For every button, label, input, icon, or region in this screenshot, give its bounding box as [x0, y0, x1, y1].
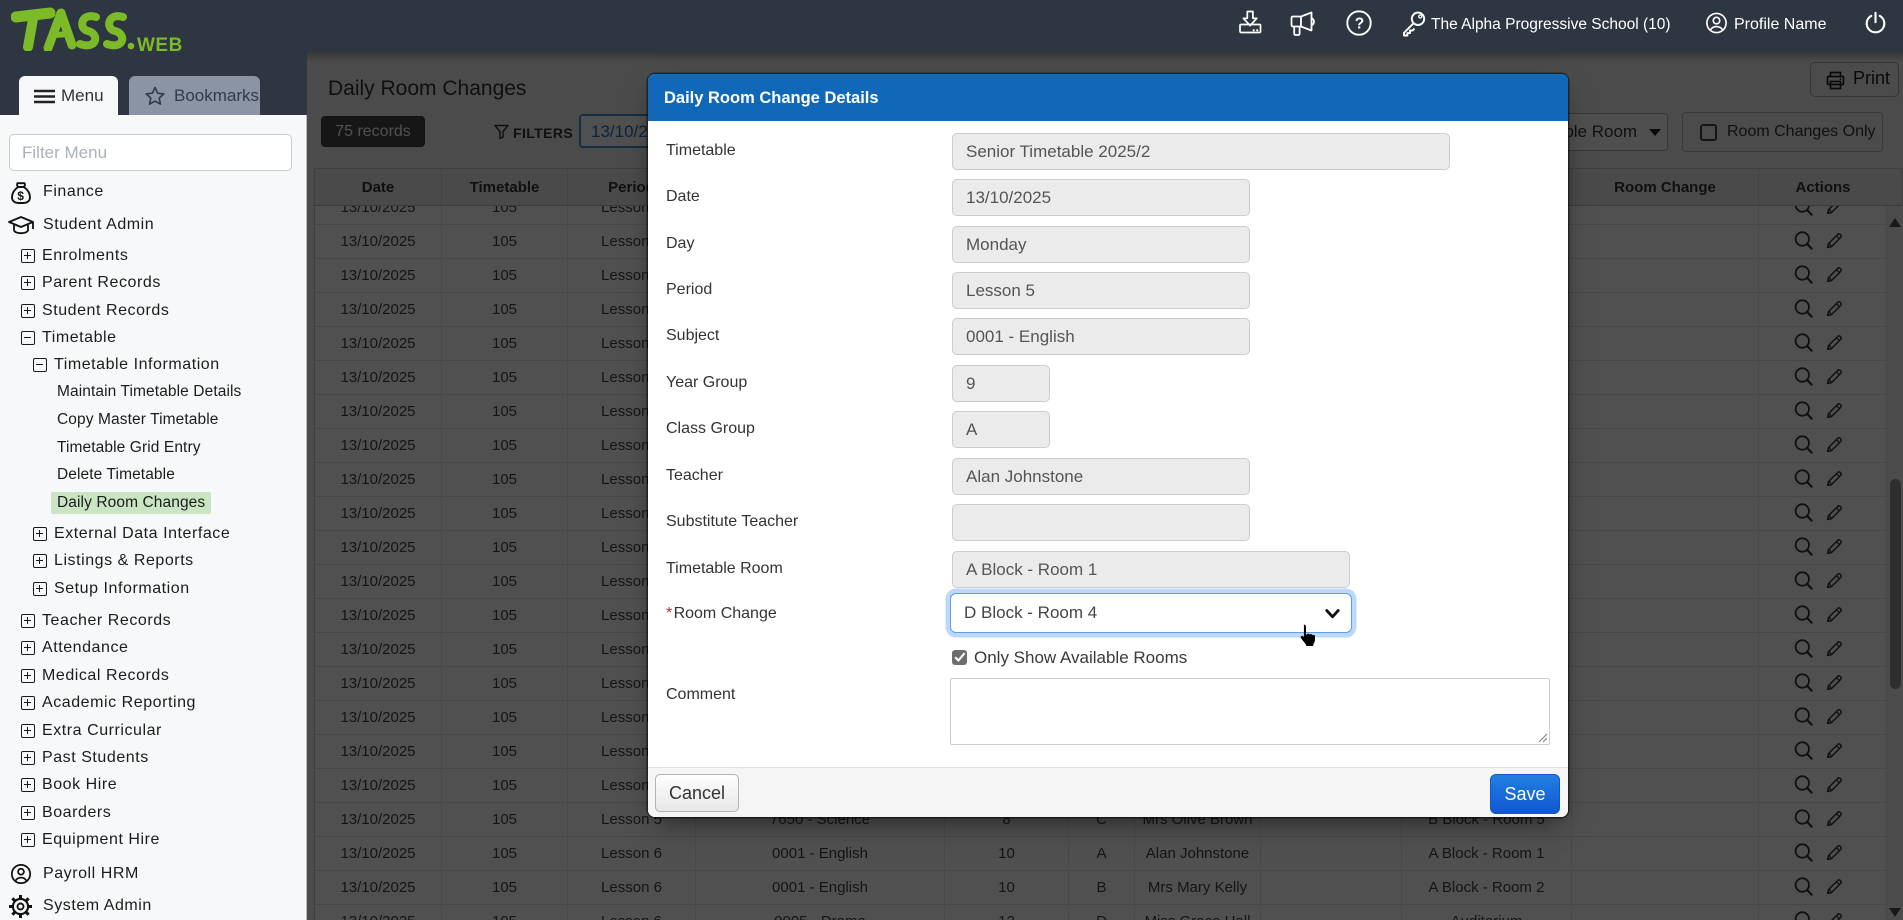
svg-text:WEB: WEB: [137, 35, 183, 52]
svg-text:$: $: [17, 189, 24, 203]
svg-text:?: ?: [1355, 16, 1364, 33]
